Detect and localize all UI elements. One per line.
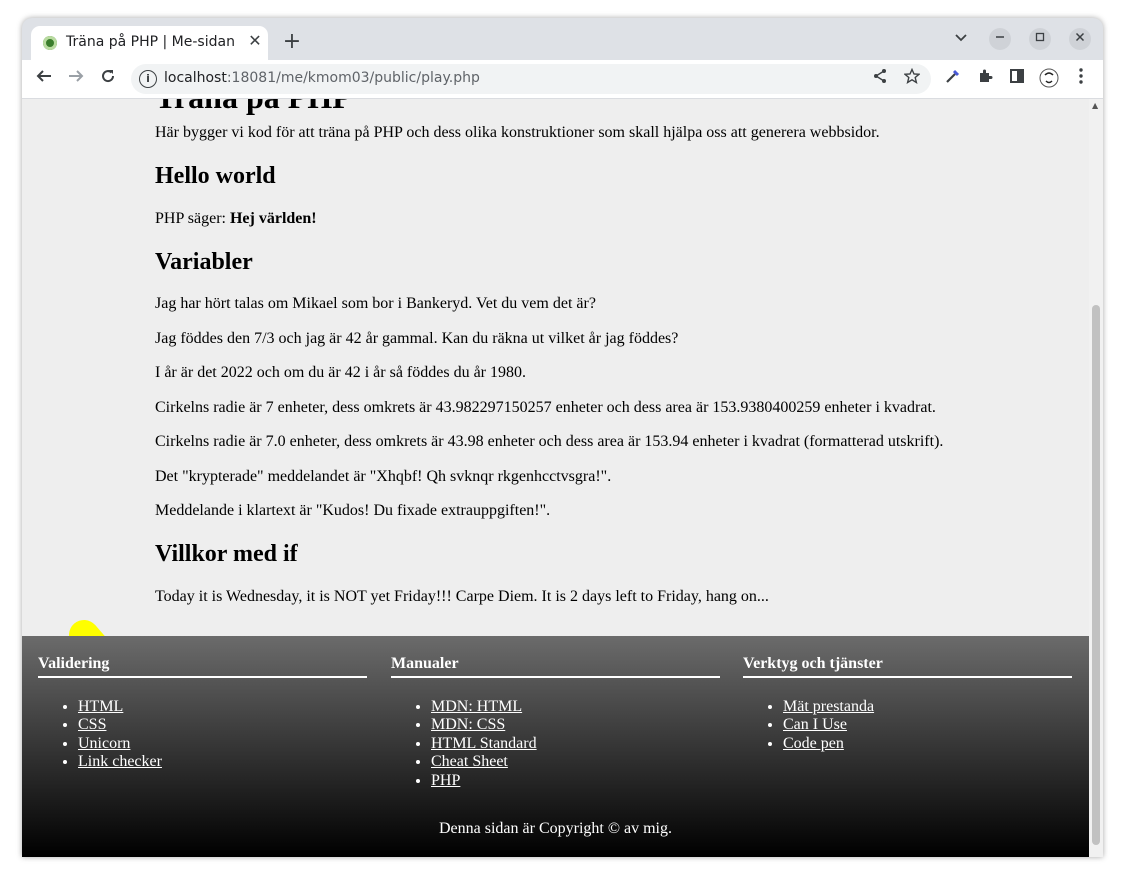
- menu-kebab-icon[interactable]: [1070, 68, 1092, 90]
- footer-column-validering: Validering HTML CSS Unicorn Link checker: [38, 654, 367, 772]
- list-item: Code pen: [783, 735, 1072, 753]
- eyedropper-extension-icon[interactable]: [942, 68, 964, 90]
- list-item: MDN: CSS: [431, 716, 720, 734]
- variables-paragraph: Jag har hört talas om Mikael som bor i B…: [155, 295, 596, 312]
- footer-column-verktyg: Verktyg och tjänster Mät prestanda Can I…: [743, 654, 1072, 753]
- footer-link-list: HTML CSS Unicorn Link checker: [38, 698, 367, 772]
- list-item: PHP: [431, 772, 720, 790]
- if-heading: Villkor med if: [155, 541, 298, 567]
- bookmark-star-icon[interactable]: [901, 67, 923, 90]
- footer-link-list: Mät prestanda Can I Use Code pen: [743, 698, 1072, 753]
- tab-search-icon[interactable]: [950, 28, 972, 50]
- main-article: Träna på PHP Här bygger vi kod för att t…: [155, 99, 1035, 607]
- url-path: :18081/me/kmom03/public/play.php: [226, 70, 480, 86]
- footer-link-mdn-css[interactable]: MDN: CSS: [431, 716, 505, 733]
- if-text: Today it is Wednesday, it is NOT yet Fri…: [155, 588, 769, 605]
- side-panel-icon[interactable]: [1006, 68, 1028, 90]
- new-tab-icon[interactable]: +: [281, 31, 303, 53]
- list-item: HTML: [78, 698, 367, 716]
- site-favicon-icon: [43, 36, 57, 50]
- page-title: Träna på PHP: [155, 99, 1035, 123]
- hello-world-text: PHP säger: Hej världen!: [155, 209, 1035, 229]
- intro-text: Här bygger vi kod för att träna på PHP o…: [155, 124, 880, 141]
- footer-link-html[interactable]: HTML: [78, 698, 123, 715]
- list-item: MDN: HTML: [431, 698, 720, 716]
- tab-title: Träna på PHP | Me-sidan: [66, 34, 235, 50]
- url-host: localhost: [164, 70, 227, 86]
- extensions-puzzle-icon[interactable]: [974, 68, 996, 90]
- list-item: CSS: [78, 716, 367, 734]
- url-text: localhost:18081/me/kmom03/public/play.ph…: [164, 70, 480, 86]
- forward-arrow-icon[interactable]: [65, 68, 87, 90]
- copyright-text: Denna sidan är Copyright © av mig.: [439, 820, 672, 837]
- minimize-icon[interactable]: [989, 28, 1011, 50]
- list-item: Unicorn: [78, 735, 367, 753]
- maximize-icon[interactable]: [1029, 28, 1051, 50]
- footer-link-php[interactable]: PHP: [431, 772, 460, 789]
- variables-paragraph: Det "krypterade" meddelandet är "Xhqbf! …: [155, 468, 612, 485]
- share-icon[interactable]: [869, 68, 891, 90]
- browser-window: Träna på PHP | Me-sidan ✕ + i localhost:…: [22, 18, 1103, 857]
- vertical-scrollbar[interactable]: ▲: [1089, 99, 1103, 857]
- back-arrow-icon[interactable]: [33, 68, 55, 90]
- footer-link-html-standard[interactable]: HTML Standard: [431, 735, 537, 752]
- variables-heading: Variabler: [155, 249, 253, 275]
- scroll-up-arrow-icon[interactable]: ▲: [1092, 101, 1098, 110]
- variables-paragraph: Cirkelns radie är 7 enheter, dess omkret…: [155, 399, 936, 416]
- list-item: Mät prestanda: [783, 698, 1072, 716]
- reload-icon[interactable]: [97, 68, 119, 90]
- variables-paragraph: Jag föddes den 7/3 och jag är 42 år gamm…: [155, 330, 679, 347]
- list-item: HTML Standard: [431, 735, 720, 753]
- footer-column-manualer: Manualer MDN: HTML MDN: CSS HTML Standar…: [391, 654, 720, 790]
- footer-heading: Validering: [38, 654, 367, 678]
- footer-heading: Verktyg och tjänster: [743, 654, 1072, 678]
- hello-world-heading: Hello world: [155, 163, 276, 189]
- list-item: Can I Use: [783, 716, 1072, 734]
- browser-tab[interactable]: Träna på PHP | Me-sidan ✕: [31, 26, 268, 60]
- close-tab-icon[interactable]: ✕: [246, 32, 264, 50]
- hello-strong: Hej världen!: [229, 210, 317, 227]
- variables-paragraph: I år är det 2022 och om du är 42 i år så…: [155, 364, 526, 381]
- browser-toolbar: i localhost:18081/me/kmom03/public/play.…: [22, 60, 1103, 99]
- footer-link-unicorn[interactable]: Unicorn: [78, 735, 130, 752]
- site-info-icon[interactable]: i: [139, 70, 157, 88]
- footer-link-css[interactable]: CSS: [78, 716, 106, 733]
- footer-link-cheat-sheet[interactable]: Cheat Sheet: [431, 753, 508, 770]
- hello-prefix: PHP säger:: [155, 210, 230, 227]
- tab-strip: Träna på PHP | Me-sidan ✕ +: [22, 18, 1103, 60]
- page-footer: Validering HTML CSS Unicorn Link checker…: [22, 636, 1089, 857]
- footer-link-can-i-use[interactable]: Can I Use: [783, 716, 847, 733]
- address-bar[interactable]: i localhost:18081/me/kmom03/public/play.…: [131, 64, 931, 94]
- close-window-icon[interactable]: [1069, 28, 1091, 50]
- variables-paragraph: Meddelande i klartext är "Kudos! Du fixa…: [155, 502, 551, 519]
- footer-link-mat-prestanda[interactable]: Mät prestanda: [783, 698, 874, 715]
- footer-heading: Manualer: [391, 654, 720, 678]
- footer-link-list: MDN: HTML MDN: CSS HTML Standard Cheat S…: [391, 698, 720, 790]
- page-viewport: Träna på PHP Här bygger vi kod för att t…: [22, 99, 1089, 857]
- profile-avatar-icon[interactable]: [1038, 68, 1060, 90]
- list-item: Cheat Sheet: [431, 753, 720, 771]
- variables-paragraph: Cirkelns radie är 7.0 enheter, dess omkr…: [155, 433, 944, 450]
- list-item: Link checker: [78, 753, 367, 771]
- scrollbar-thumb[interactable]: [1092, 305, 1100, 845]
- footer-link-link-checker[interactable]: Link checker: [78, 753, 162, 770]
- footer-link-code-pen[interactable]: Code pen: [783, 735, 844, 752]
- footer-link-mdn-html[interactable]: MDN: HTML: [431, 698, 522, 715]
